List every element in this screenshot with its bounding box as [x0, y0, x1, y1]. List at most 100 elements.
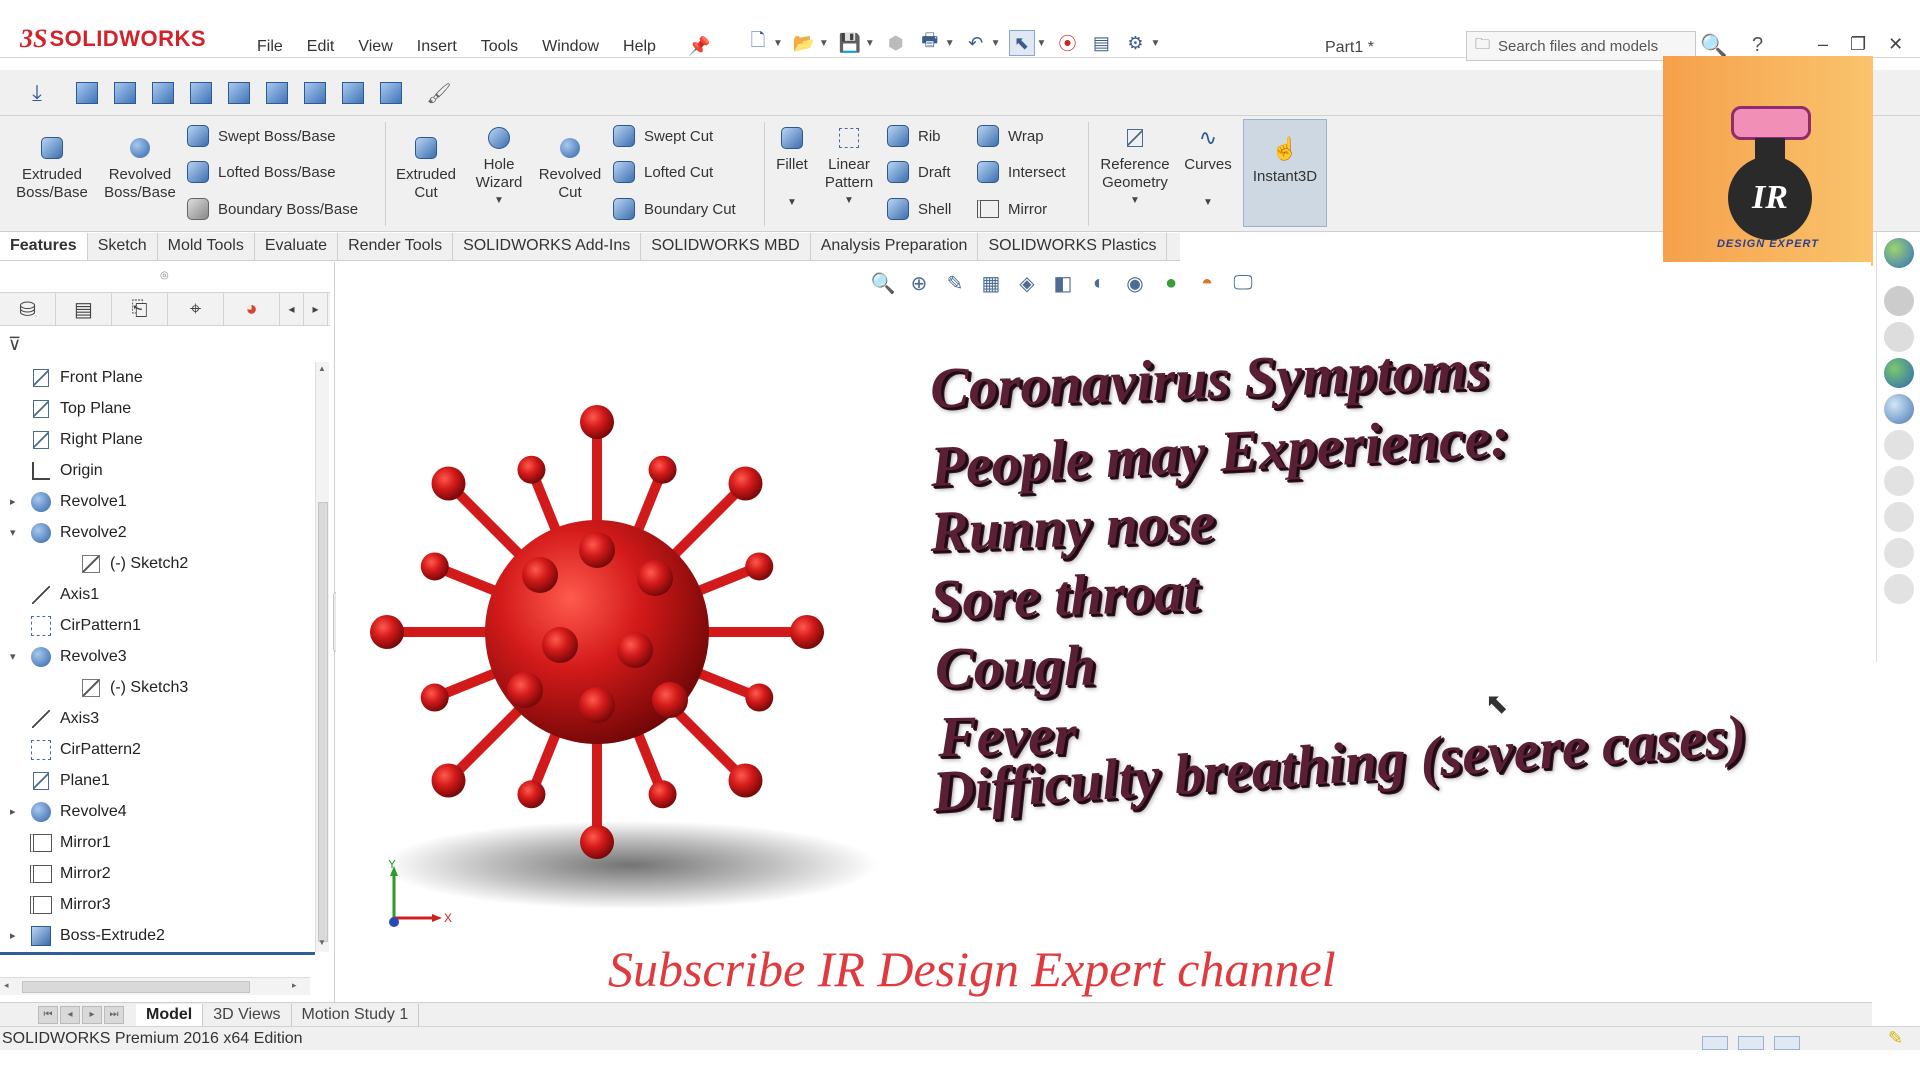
chevron-down-icon[interactable]: ▼: [865, 38, 875, 49]
tree-node[interactable]: Axis3: [10, 703, 99, 734]
boundary-boss-button[interactable]: Boundary Boss/Base: [186, 195, 358, 223]
configuration-manager-tab-icon[interactable]: ⎗: [112, 293, 168, 325]
expand-toggle-icon[interactable]: ▸: [10, 495, 22, 508]
scroll-up-icon[interactable]: ▲: [318, 364, 326, 373]
chevron-down-icon[interactable]: ▼: [945, 38, 955, 49]
virus-3d-model[interactable]: [365, 400, 835, 870]
menu-edit[interactable]: Edit: [295, 38, 347, 56]
tab-features[interactable]: Features: [0, 233, 88, 260]
solidworks-resources-icon[interactable]: [1883, 238, 1914, 268]
new-document-icon[interactable]: 🗋: [745, 30, 771, 56]
select-pointer-icon[interactable]: ⬉: [1008, 30, 1035, 56]
next-tab-icon[interactable]: ▸: [82, 1005, 102, 1024]
tab-sketch[interactable]: Sketch: [87, 233, 158, 260]
hide-show-items-icon[interactable]: ◉: [1122, 270, 1148, 296]
minimize-icon[interactable]: –: [1818, 34, 1828, 55]
rebuild-icon[interactable]: ⬢: [883, 30, 909, 56]
chevron-down-icon[interactable]: ▼: [773, 38, 783, 49]
tree-node[interactable]: (-) Sketch3: [60, 672, 188, 703]
panel-collapse-handle[interactable]: ◎: [160, 270, 169, 281]
tab-scroll-right-icon[interactable]: ▸: [304, 293, 328, 325]
units-icon[interactable]: [1738, 1036, 1764, 1050]
extruded-boss-button[interactable]: Extruded Boss/Base: [12, 134, 92, 202]
zoom-to-fit-icon[interactable]: 🔍: [870, 270, 896, 296]
scrollbar-thumb[interactable]: [22, 981, 250, 993]
extruded-cut-button[interactable]: Extruded Cut: [390, 134, 462, 202]
brush-icon[interactable]: 🖌: [424, 78, 454, 108]
tree-node[interactable]: ▸ Revolve4: [10, 796, 127, 827]
scrollbar-thumb[interactable]: [318, 502, 328, 942]
swept-cut-button[interactable]: Swept Cut: [612, 122, 713, 150]
tab-solidworks-mbd[interactable]: SOLIDWORKS MBD: [641, 233, 811, 260]
view-trimetric-icon[interactable]: [338, 78, 368, 108]
tree-horizontal-scrollbar[interactable]: ◂ ▸: [0, 977, 310, 995]
chevron-down-icon[interactable]: ▼: [494, 192, 504, 210]
tab-render-tools[interactable]: Render Tools: [338, 233, 454, 260]
close-icon[interactable]: ✕: [1888, 34, 1903, 55]
tree-node[interactable]: ▸ Boss-Extrude2: [10, 920, 165, 951]
lightbulb-tips-icon[interactable]: ✎: [1888, 1028, 1903, 1049]
tab-scroll-left-icon[interactable]: ◂: [280, 293, 304, 325]
normal-to-icon[interactable]: ⤓: [22, 78, 52, 108]
undo-icon[interactable]: ↶: [963, 30, 989, 56]
view-right-icon[interactable]: [186, 78, 216, 108]
traffic-light-icon[interactable]: ⦿: [1054, 30, 1080, 56]
tree-node[interactable]: Top Plane: [10, 393, 131, 424]
recording-icon[interactable]: [1883, 574, 1914, 604]
draft-button[interactable]: Draft: [886, 158, 951, 186]
tree-node[interactable]: Front Plane: [10, 362, 143, 393]
chevron-down-icon[interactable]: ▼: [787, 194, 797, 212]
dimxpert-tab-icon[interactable]: ⌖: [168, 293, 224, 325]
view-settings-icon[interactable]: 🖵: [1230, 270, 1256, 296]
tree-node[interactable]: Axis1: [10, 579, 99, 610]
print-icon[interactable]: 🖶: [917, 30, 943, 56]
tree-node[interactable]: Plane1: [10, 765, 110, 796]
tree-node[interactable]: Right Plane: [10, 424, 143, 455]
tree-node[interactable]: ▾ Revolve2: [10, 517, 127, 548]
tab-model[interactable]: Model: [136, 1003, 204, 1026]
chevron-down-icon[interactable]: ▼: [1150, 38, 1160, 49]
chevron-down-icon[interactable]: ▼: [844, 192, 854, 210]
first-tab-icon[interactable]: ⏮: [38, 1005, 58, 1024]
tree-node[interactable]: Mirror2: [10, 858, 111, 889]
view-isometric-icon[interactable]: [300, 78, 330, 108]
previous-view-icon[interactable]: ✎: [942, 270, 968, 296]
chevron-down-icon[interactable]: ▼: [1130, 192, 1140, 210]
menu-tools[interactable]: Tools: [469, 38, 530, 56]
chevron-down-icon[interactable]: ▼: [1037, 38, 1047, 49]
tab-mold-tools[interactable]: Mold Tools: [157, 233, 255, 260]
scroll-left-icon[interactable]: ◂: [4, 980, 9, 991]
tree-node[interactable]: ▾ Revolve3: [10, 641, 127, 672]
restore-icon[interactable]: ❐: [1850, 34, 1866, 55]
instant3d-button[interactable]: ☝ Instant3D: [1243, 119, 1327, 227]
filter-icon[interactable]: ⊽: [8, 334, 21, 355]
open-folder-icon[interactable]: 📂: [791, 30, 817, 56]
tree-node[interactable]: CirPattern1: [10, 610, 141, 641]
rebuild-status-icon[interactable]: [1702, 1036, 1728, 1050]
feature-manager-tab-icon[interactable]: ⛁: [0, 293, 56, 325]
view-orientation-icon[interactable]: ◧: [1050, 270, 1076, 296]
solidworks-logo[interactable]: 3S SOLIDWORKS: [20, 24, 206, 53]
tree-node[interactable]: ▸ Revolve1: [10, 486, 127, 517]
property-manager-tab-icon[interactable]: ▤: [56, 293, 112, 325]
quick-tips-icon[interactable]: [1774, 1036, 1800, 1050]
view-top-icon[interactable]: [224, 78, 254, 108]
lofted-cut-button[interactable]: Lofted Cut: [612, 158, 713, 186]
rollback-bar[interactable]: [0, 952, 315, 955]
intersect-button[interactable]: Intersect: [976, 158, 1066, 186]
3d-content-icon[interactable]: [1883, 538, 1914, 568]
tree-node[interactable]: (-) Sketch2: [60, 548, 188, 579]
tab-3d-views[interactable]: 3D Views: [203, 1003, 292, 1026]
tree-node[interactable]: Mirror3: [10, 889, 111, 920]
expand-toggle-icon[interactable]: ▸: [10, 929, 22, 942]
previous-tab-icon[interactable]: ◂: [60, 1005, 80, 1024]
hole-wizard-button[interactable]: Hole Wizard ▼: [462, 124, 536, 210]
appearances-icon[interactable]: [1883, 394, 1914, 424]
reference-geometry-button[interactable]: Reference Geometry ▼: [1094, 124, 1176, 210]
expand-toggle-icon[interactable]: ▾: [10, 526, 22, 539]
fillet-button[interactable]: Fillet ▼: [770, 124, 814, 212]
revolved-boss-button[interactable]: Revolved Boss/Base: [98, 134, 182, 202]
custom-properties-icon[interactable]: [1883, 430, 1914, 460]
search-input[interactable]: 🗀 Search files and models: [1466, 31, 1696, 61]
view-bottom-icon[interactable]: [262, 78, 292, 108]
